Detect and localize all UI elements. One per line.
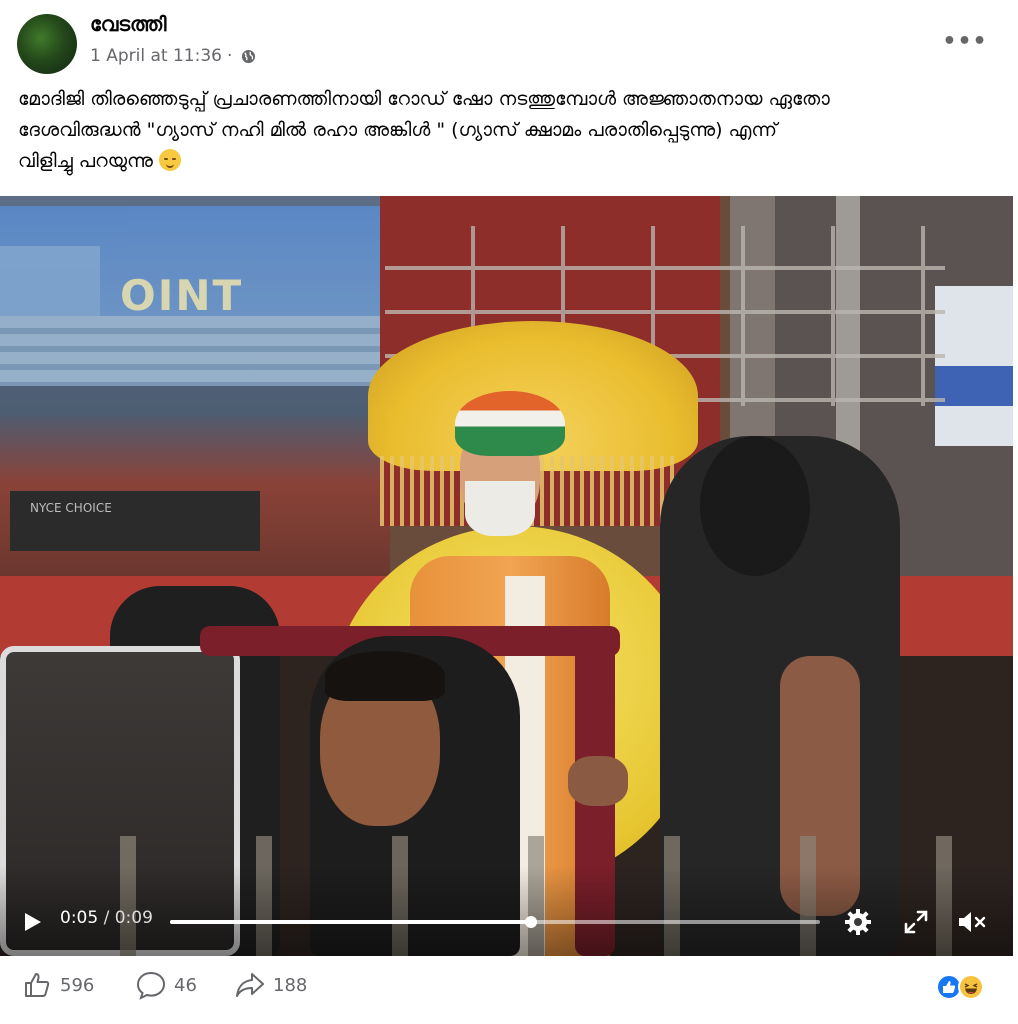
share-button[interactable]: 188 [235, 970, 307, 1000]
avatar[interactable] [17, 14, 77, 74]
signboard-text: OINT [120, 271, 244, 320]
thumbs-up-icon [25, 973, 50, 997]
haha-reaction-icon [958, 974, 984, 1000]
post-meta: 1 April at 11:36 · [90, 46, 256, 66]
caption-line-1: മോദിജി തിരഞ്ഞെടുപ്പ് പ്രചാരണത്തിനായി റോഡ… [18, 88, 830, 110]
progress-knob[interactable] [524, 916, 537, 928]
post-header: വേടത്തി 1 April at 11:36 · ••• [0, 0, 1018, 78]
progress-fill [170, 920, 531, 924]
post-footer: 596 46 188 [0, 956, 1018, 1024]
like-button[interactable]: 596 [22, 970, 94, 1000]
reaction-summary[interactable] [936, 974, 992, 1002]
meta-separator: · [226, 46, 233, 66]
author-name[interactable]: വേടത്തി [90, 12, 166, 36]
muted-speaker-icon[interactable] [955, 906, 987, 938]
globe-icon [242, 49, 256, 63]
video-player[interactable]: OINT NYCE CHOICE [0, 196, 1013, 956]
settings-gear-icon[interactable] [842, 906, 874, 938]
comment-button[interactable]: 46 [136, 970, 197, 1000]
caption-line-3: വിളിച്ചു പറയുന്നു [18, 146, 1003, 177]
shop-signboard: OINT [0, 206, 385, 386]
post-caption: മോദിജി തിരഞ്ഞെടുപ്പ് പ്രചാരണത്തിനായി റോഡ… [18, 84, 1003, 177]
comment-bubble-icon [136, 971, 166, 1000]
share-arrow-icon [236, 973, 264, 997]
share-count: 188 [273, 974, 308, 996]
more-options-button[interactable]: ••• [942, 26, 986, 56]
caption-line-2: ദേശവിരുദ്ധൻ "ഗ്യാസ് നഹി മിൽ രഹാ അങ്കിൾ "… [18, 119, 778, 141]
video-frame: OINT NYCE CHOICE [0, 196, 1013, 956]
video-time: 0:05 / 0:09 [60, 908, 153, 928]
play-icon[interactable] [20, 910, 44, 934]
video-controls: 0:05 / 0:09 [0, 892, 1013, 952]
current-time: 0:05 [60, 908, 99, 928]
fullscreen-icon[interactable] [900, 906, 932, 938]
comment-count: 46 [174, 974, 197, 996]
like-count: 596 [60, 974, 95, 996]
shop-name-sign: NYCE CHOICE [10, 491, 260, 551]
timestamp[interactable]: 1 April at 11:36 [90, 46, 222, 66]
duration: 0:09 [114, 908, 153, 928]
progress-bar[interactable] [170, 916, 820, 928]
relieved-emoji-icon [158, 149, 181, 171]
